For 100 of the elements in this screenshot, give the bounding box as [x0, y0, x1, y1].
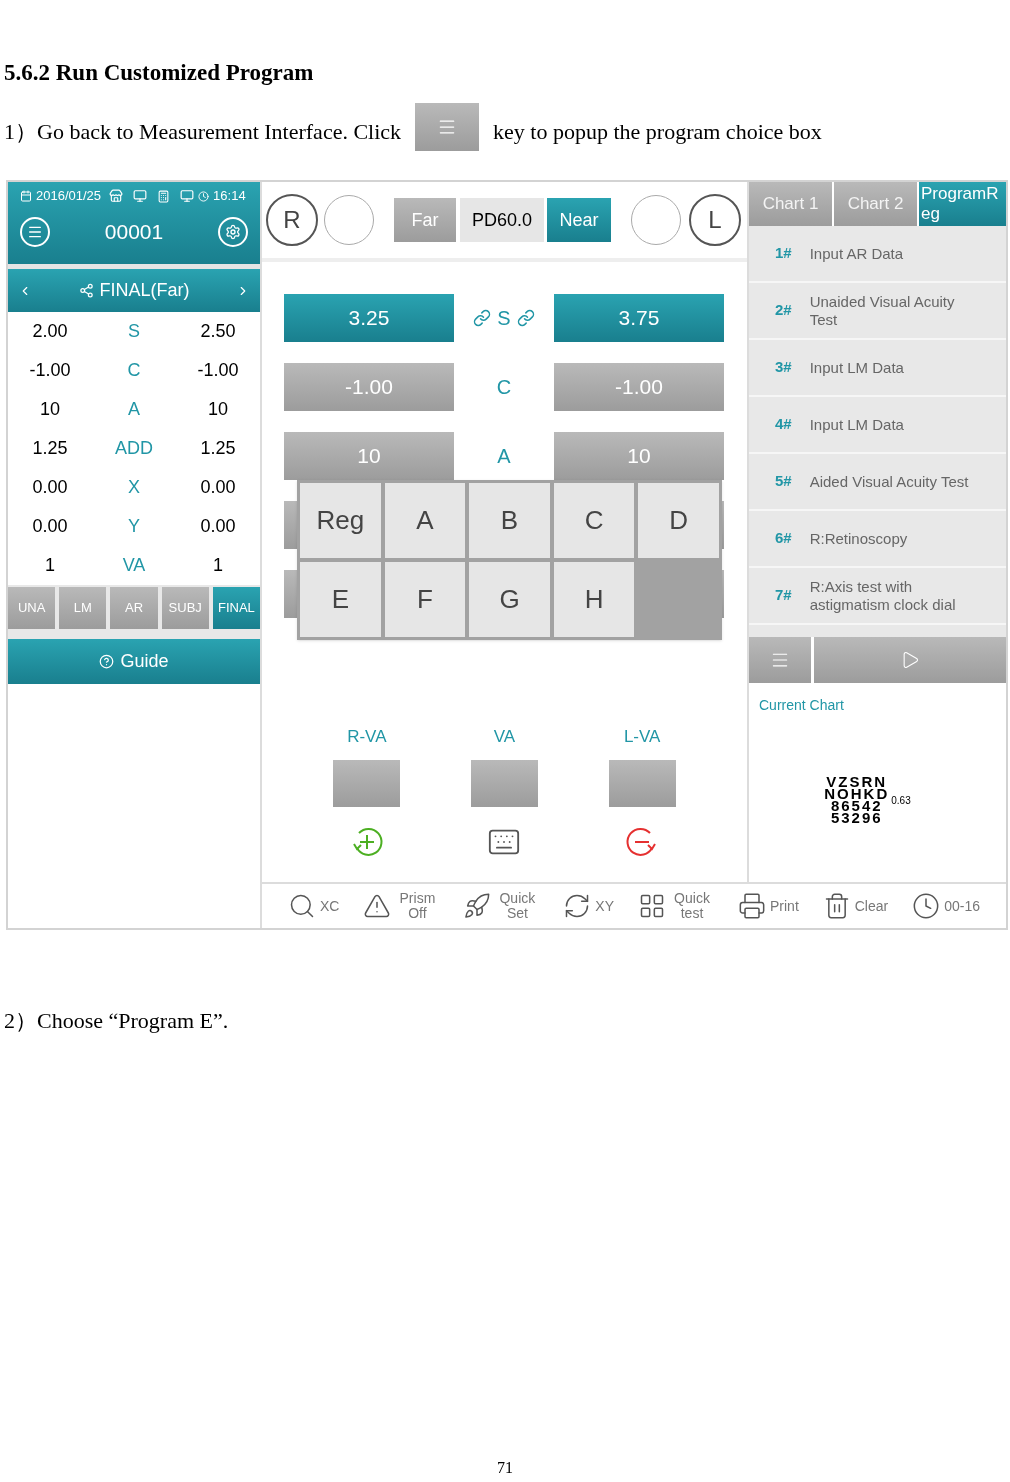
clock-icon — [912, 892, 941, 920]
toolbar-button[interactable]: Quick Set — [463, 891, 540, 921]
right-value-button[interactable]: 3.25 — [284, 294, 454, 342]
program-number: 5# — [775, 471, 792, 492]
program-name: Input LM Data — [809, 415, 905, 434]
toolbar-button[interactable]: Print — [738, 892, 799, 920]
program-name: Aided Visual Acuity Test — [809, 472, 970, 491]
instruction-text: 2）Choose “Program E”. — [4, 1008, 229, 1033]
eye-button[interactable]: R — [266, 194, 318, 246]
toolbar-button[interactable]: XY — [563, 892, 615, 920]
left-value: 10 — [207, 398, 229, 421]
section-heading: 5.6.2 Run Customized Program — [4, 60, 314, 85]
program-option[interactable]: B — [469, 483, 550, 558]
program-number: 4# — [775, 414, 792, 435]
row-label: X — [127, 476, 141, 499]
list-menu-button[interactable] — [749, 637, 811, 683]
chart-letters: 86542 — [830, 800, 883, 812]
program-item[interactable]: 3# Input LM Data — [749, 340, 1006, 397]
share-icon — [78, 283, 94, 298]
program-option[interactable]: E — [300, 562, 381, 637]
data-tab[interactable]: FINAL — [212, 587, 260, 629]
store-icon — [109, 189, 124, 203]
program-option[interactable]: C — [553, 483, 635, 558]
instruction-text: 1）Go back to Measurement Interface. Click — [4, 118, 402, 146]
va-label: VA — [493, 726, 516, 748]
left-value: 1 — [212, 554, 224, 577]
program-item[interactable]: 7# R:Axis test with astigmatism clock dial — [749, 568, 1006, 625]
va-label: L-VA — [623, 726, 661, 748]
mode-title: FINAL(Far) — [99, 279, 190, 302]
settings-button[interactable] — [218, 217, 248, 247]
program-number: 2# — [775, 300, 792, 321]
program-item[interactable]: 2# Unaided Visual Acuity Test — [749, 283, 1006, 340]
eye-button[interactable]: L — [689, 194, 741, 246]
toolbar-button[interactable]: Quick test — [638, 891, 714, 921]
guide-button[interactable]: Guide — [8, 639, 260, 684]
left-value-button[interactable]: 3.75 — [554, 294, 724, 342]
menu-key-icon — [415, 103, 480, 151]
triangle-icon — [363, 892, 392, 920]
link-icon — [473, 309, 492, 327]
row-label: A — [497, 444, 511, 469]
menu-button[interactable] — [20, 217, 50, 247]
program-name: R:Retinoscopy — [809, 529, 909, 548]
monitor-icon — [180, 189, 195, 203]
program-number: 3# — [775, 357, 792, 378]
program-name: Input LM Data — [809, 358, 905, 377]
calculator-icon — [157, 189, 171, 203]
row-label: ADD — [114, 437, 154, 460]
eye-indicator — [631, 195, 681, 245]
row-label: C — [496, 375, 512, 400]
toolbar-button[interactable]: 00-16 — [912, 892, 980, 920]
menu-icon — [27, 224, 43, 240]
right-value: -1.00 — [28, 359, 72, 382]
program-name: Unaided Visual Acuity Test — [809, 292, 956, 329]
program-number: 1# — [775, 243, 792, 264]
row-label: S — [127, 320, 141, 343]
program-option[interactable]: A — [384, 483, 466, 558]
va-label: R-VA — [347, 726, 387, 748]
program-item[interactable]: 4# Input LM Data — [749, 397, 1006, 454]
program-number: 6# — [775, 528, 792, 549]
chart-letters: VZSRN — [826, 776, 888, 788]
help-icon — [99, 654, 115, 669]
distance-button[interactable]: Near — [547, 198, 611, 242]
status-date: 2016/01/25 — [36, 187, 102, 206]
toolbar-button[interactable]: XC — [288, 892, 340, 920]
program-option[interactable]: F — [384, 562, 466, 637]
pd-value: PD60.0 — [460, 198, 544, 242]
search-icon — [288, 892, 316, 920]
instruction-text: key to popup the program choice box — [493, 118, 822, 146]
current-chart-label: Current Chart — [759, 696, 845, 715]
chart-letters: NOHKD — [824, 788, 890, 800]
program-item[interactable]: 5# Aided Visual Acuity Test — [749, 454, 1006, 511]
eye-indicator — [324, 195, 374, 245]
status-time: 16:14 — [213, 187, 246, 206]
program-option[interactable]: Reg — [300, 483, 381, 558]
right-value: 0.00 — [31, 476, 69, 499]
program-name: R:Axis test with astigmatism clock dial — [809, 577, 957, 614]
printer-icon — [738, 892, 766, 920]
right-value: 10 — [39, 398, 61, 421]
patient-id: 00001 — [104, 219, 164, 246]
monitor-icon — [133, 189, 148, 203]
row-label: Y — [127, 515, 141, 538]
right-value: 1 — [44, 554, 56, 577]
program-option[interactable]: H — [553, 562, 635, 637]
page-number: 71 — [497, 1458, 513, 1478]
program-option[interactable]: G — [469, 562, 550, 637]
program-item[interactable]: 1# Input AR Data — [749, 226, 1006, 283]
row-label: A — [127, 398, 141, 421]
program-item[interactable]: 6# R:Retinoscopy — [749, 511, 1006, 568]
grid-icon — [638, 892, 666, 920]
acuity-value: 0.63 — [891, 793, 911, 808]
left-value: 2.50 — [199, 320, 237, 343]
toolbar-button[interactable]: Prism Off — [363, 891, 440, 921]
row-label: S — [497, 306, 511, 331]
program-option[interactable]: D — [638, 483, 719, 558]
left-value: 1.25 — [199, 437, 237, 460]
left-value: -1.00 — [196, 359, 240, 382]
left-value: 0.00 — [199, 476, 237, 499]
toolbar-button[interactable]: Clear — [822, 892, 889, 920]
row-label: C — [126, 359, 142, 382]
chart-tab[interactable]: ProgramReg — [919, 182, 1006, 226]
